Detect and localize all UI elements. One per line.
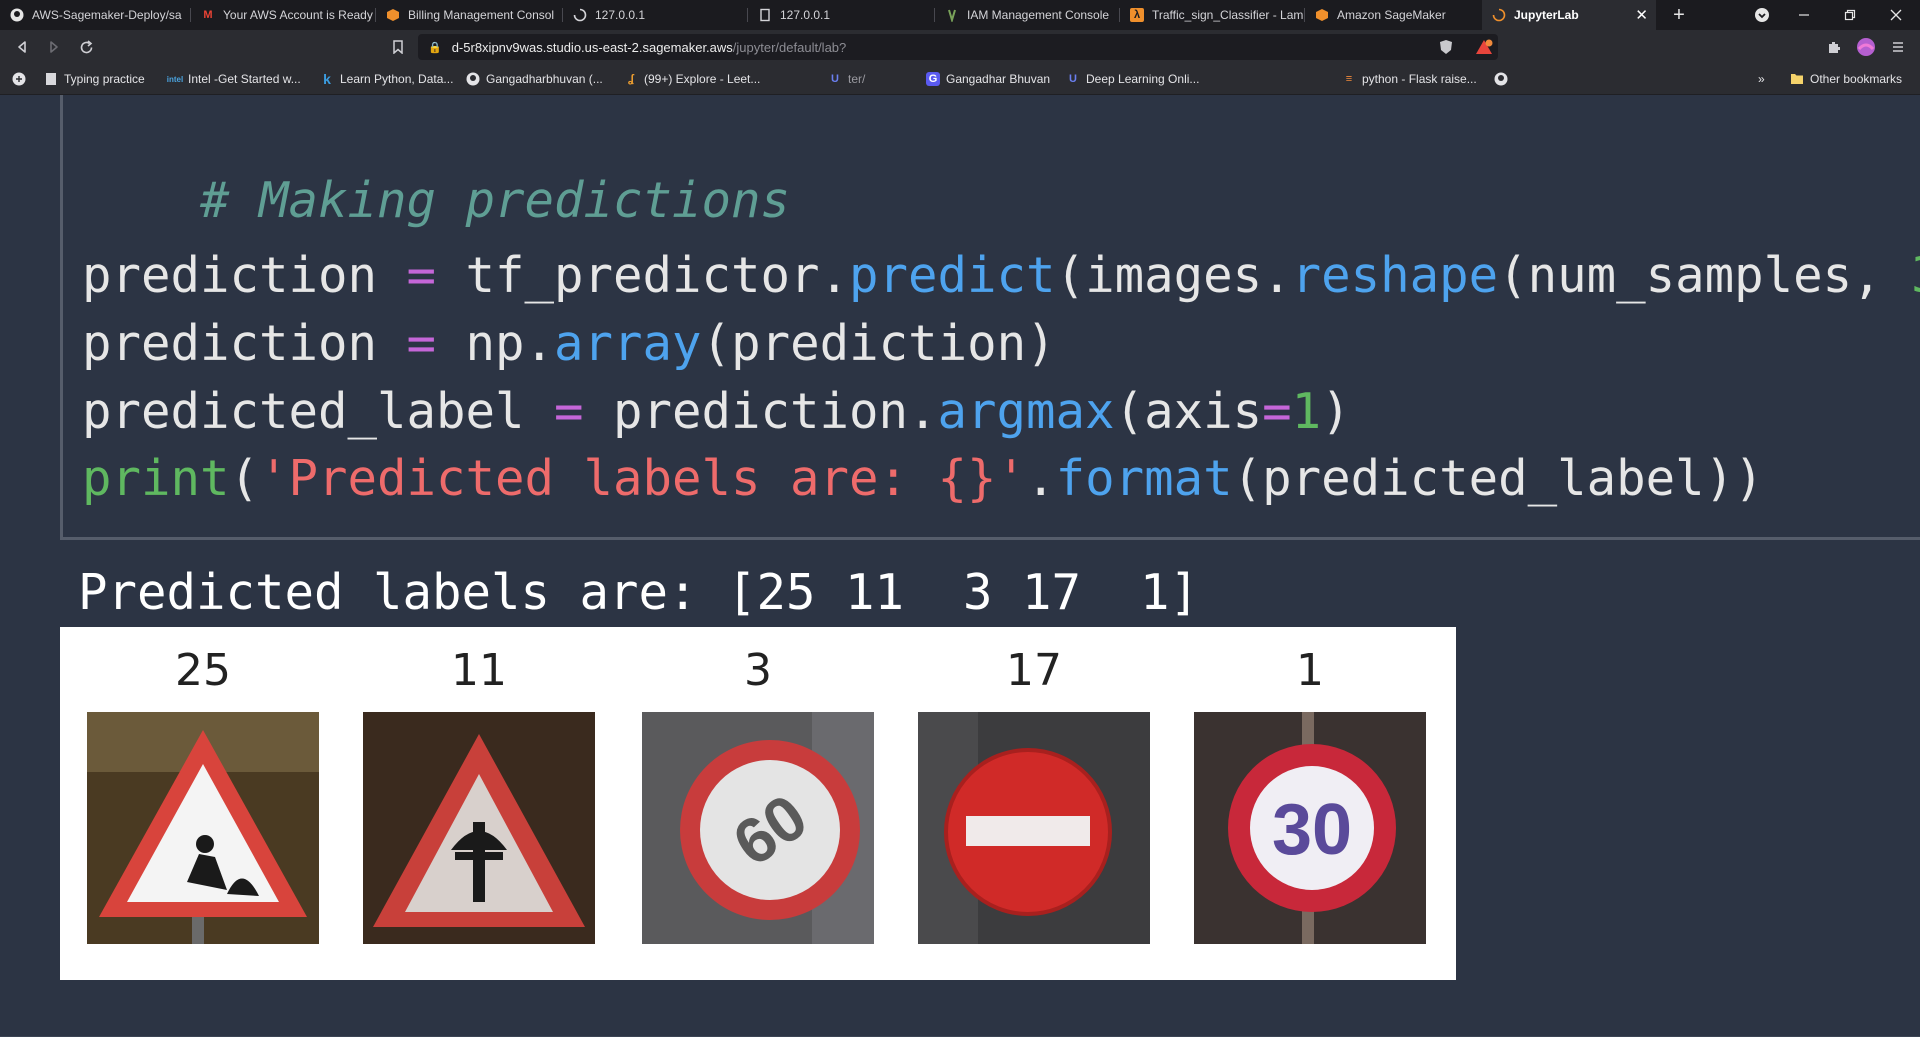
udemy-icon: U	[1069, 73, 1077, 85]
bookmark-github-profile[interactable]: Gangadharbhuvan (...	[466, 64, 603, 94]
k-icon: k	[323, 71, 331, 87]
road-work-sign-image	[87, 712, 319, 944]
profile-avatar[interactable]	[1852, 30, 1880, 64]
aws-icon	[1315, 8, 1329, 22]
bookmarks-bar: Typing practice intel Intel -Get Started…	[0, 64, 1920, 95]
tab-sagemaker[interactable]: Amazon SageMaker	[1305, 0, 1481, 30]
tab-localhost-1[interactable]: 127.0.0.1	[563, 0, 747, 30]
prediction-label-4: 17	[1006, 645, 1062, 696]
brave-shield-icon[interactable]	[1432, 30, 1460, 64]
tab-iam[interactable]: IAM Management Console	[935, 0, 1119, 30]
bookmark-deep-learning[interactable]: U Deep Learning Onli...	[1066, 64, 1199, 94]
more-bookmarks-button[interactable]: »	[1758, 64, 1765, 94]
stackoverflow-icon: ≡	[1345, 73, 1353, 85]
tab-gmail[interactable]: M Your AWS Account is Ready	[191, 0, 375, 30]
tab-strip: AWS-Sagemaker-Deploy/sa M Your AWS Accou…	[0, 0, 1920, 30]
other-bookmarks-folder[interactable]: Other bookmarks	[1790, 64, 1902, 94]
tab-localhost-2[interactable]: 127.0.0.1	[748, 0, 934, 30]
bookmark-intel[interactable]: intel Intel -Get Started w...	[166, 64, 301, 94]
address-bar[interactable]: 🔒 d-5r8xipnv9was.studio.us-east-2.sagema…	[418, 34, 1498, 60]
github-icon	[466, 72, 480, 86]
g-icon: G	[926, 72, 940, 86]
svg-text:30: 30	[1272, 790, 1352, 870]
lock-icon: 🔒	[428, 41, 442, 54]
intel-icon: intel	[166, 74, 184, 84]
leetcode-icon: ʆ	[628, 73, 634, 85]
bookmark-typing-practice[interactable]: Typing practice	[44, 64, 145, 94]
github-bookmark-icon[interactable]	[1494, 64, 1508, 94]
code-line-1: prediction = tf_predictor.predict(images…	[82, 247, 1920, 304]
restore-icon[interactable]	[1828, 0, 1872, 30]
right-of-way-sign-image	[363, 712, 595, 944]
loading-icon	[1492, 8, 1506, 22]
forward-icon[interactable]	[40, 30, 68, 64]
bookmark-udemy-partial[interactable]: U ter/	[828, 64, 865, 94]
tab-jupyterlab[interactable]: JupyterLab ✕	[1482, 0, 1656, 30]
document-icon	[758, 8, 772, 22]
bookmark-leetcode[interactable]: ʆ (99+) Explore - Leet...	[624, 64, 760, 94]
extensions-icon[interactable]	[1820, 30, 1848, 64]
menu-icon[interactable]	[1884, 30, 1912, 64]
bookmark-gangadhar-bhuvan[interactable]: G Gangadhar Bhuvan	[926, 64, 1050, 94]
speed-limit-30-sign-image: 30	[1194, 712, 1426, 944]
bookmarks-apps-icon[interactable]	[12, 64, 26, 94]
minimize-icon[interactable]	[1782, 0, 1826, 30]
new-tab-button[interactable]: +	[1664, 0, 1694, 30]
code-line-3: predicted_label = prediction.argmax(axis…	[82, 383, 1351, 440]
prediction-label-1: 25	[175, 645, 231, 696]
tab-search-icon[interactable]	[1740, 0, 1784, 30]
close-window-icon[interactable]	[1874, 0, 1918, 30]
aws-iam-icon	[945, 8, 959, 22]
code-line-2: prediction = np.array(prediction)	[82, 315, 1056, 372]
code-line-4: print('Predicted labels are: {}'.format(…	[82, 450, 1764, 507]
aws-icon	[386, 8, 400, 22]
reload-icon[interactable]	[72, 30, 100, 64]
udemy-icon: U	[831, 73, 839, 85]
speed-limit-60-sign-image: 60	[642, 712, 874, 944]
bookmark-page-icon[interactable]	[384, 30, 412, 64]
prediction-label-5: 1	[1296, 645, 1324, 696]
bookmark-learn-python[interactable]: k Learn Python, Data...	[320, 64, 453, 94]
notebook-area: # Making predictions prediction = tf_pre…	[0, 95, 1920, 1037]
close-tab-icon[interactable]: ✕	[1635, 6, 1648, 24]
prediction-label-3: 3	[744, 645, 772, 696]
no-entry-sign-image	[918, 712, 1150, 944]
bookmark-flask-so[interactable]: ≡ python - Flask raise...	[1342, 64, 1477, 94]
page-icon	[44, 72, 58, 86]
back-icon[interactable]	[8, 30, 36, 64]
cell-output-text: Predicted labels are: [25 11 3 17 1]	[78, 564, 1200, 621]
github-icon	[10, 8, 24, 22]
brave-rewards-icon[interactable]	[1470, 30, 1498, 64]
lambda-icon: λ	[1130, 8, 1144, 22]
folder-icon	[1790, 72, 1804, 86]
browser-toolbar: 🔒 d-5r8xipnv9was.studio.us-east-2.sagema…	[0, 30, 1920, 64]
prediction-label-2: 11	[451, 645, 507, 696]
prediction-figure: 25 11 3 60 17 1 30	[60, 627, 1456, 980]
loading-icon	[573, 8, 587, 22]
tab-github-deploy[interactable]: AWS-Sagemaker-Deploy/sa	[0, 0, 190, 30]
tab-lambda[interactable]: λ Traffic_sign_Classifier - Lam	[1120, 0, 1304, 30]
url-host: d-5r8xipnv9was.studio.us-east-2.sagemake…	[451, 39, 733, 55]
tab-billing[interactable]: Billing Management Consol	[376, 0, 562, 30]
url-path: /jupyter/default/lab?	[732, 39, 847, 55]
gmail-icon: M	[203, 9, 213, 21]
